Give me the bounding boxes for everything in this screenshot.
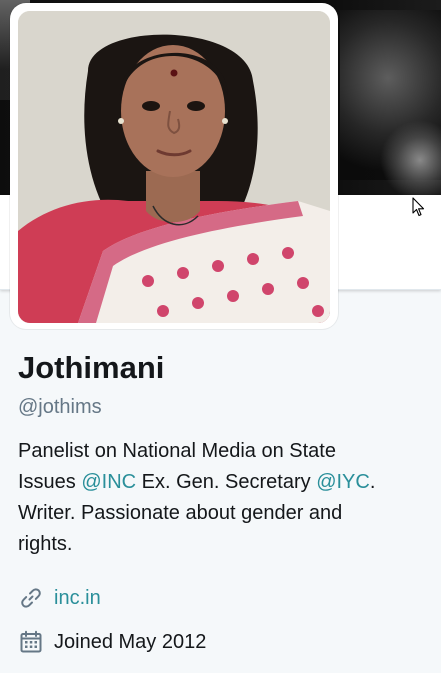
bio-text: Ex. Gen. Secretary — [136, 471, 317, 493]
profile-joined-row: Joined May 2012 — [18, 629, 428, 655]
bio-text: Panelist on National Media on State — [18, 440, 336, 462]
banner-detail — [380, 120, 441, 195]
mention-link-iyc[interactable]: @IYC — [316, 471, 370, 493]
calendar-icon — [18, 629, 44, 655]
avatar[interactable] — [18, 11, 330, 323]
link-icon — [18, 585, 44, 611]
profile-bio: Panelist on National Media on State Issu… — [18, 436, 423, 560]
profile-handle: @jothims — [18, 396, 102, 418]
profile-avatar-frame[interactable] — [10, 3, 338, 329]
bio-text: Issues — [18, 471, 82, 493]
profile-name[interactable]: Jothimani — [18, 349, 428, 387]
mention-link-inc[interactable]: @INC — [81, 471, 136, 493]
mouse-cursor-icon — [412, 197, 425, 217]
profile-url-row: inc.in — [18, 585, 428, 611]
profile-url-link[interactable]: inc.in — [54, 586, 101, 610]
profile-card: Jothimani @jothims Panelist on National … — [18, 340, 428, 655]
profile-joined-text: Joined May 2012 — [54, 631, 207, 653]
bio-text: . — [369, 471, 376, 493]
bio-text: Writer. Passionate about gender and — [18, 502, 343, 524]
bio-text: rights. — [18, 533, 73, 555]
